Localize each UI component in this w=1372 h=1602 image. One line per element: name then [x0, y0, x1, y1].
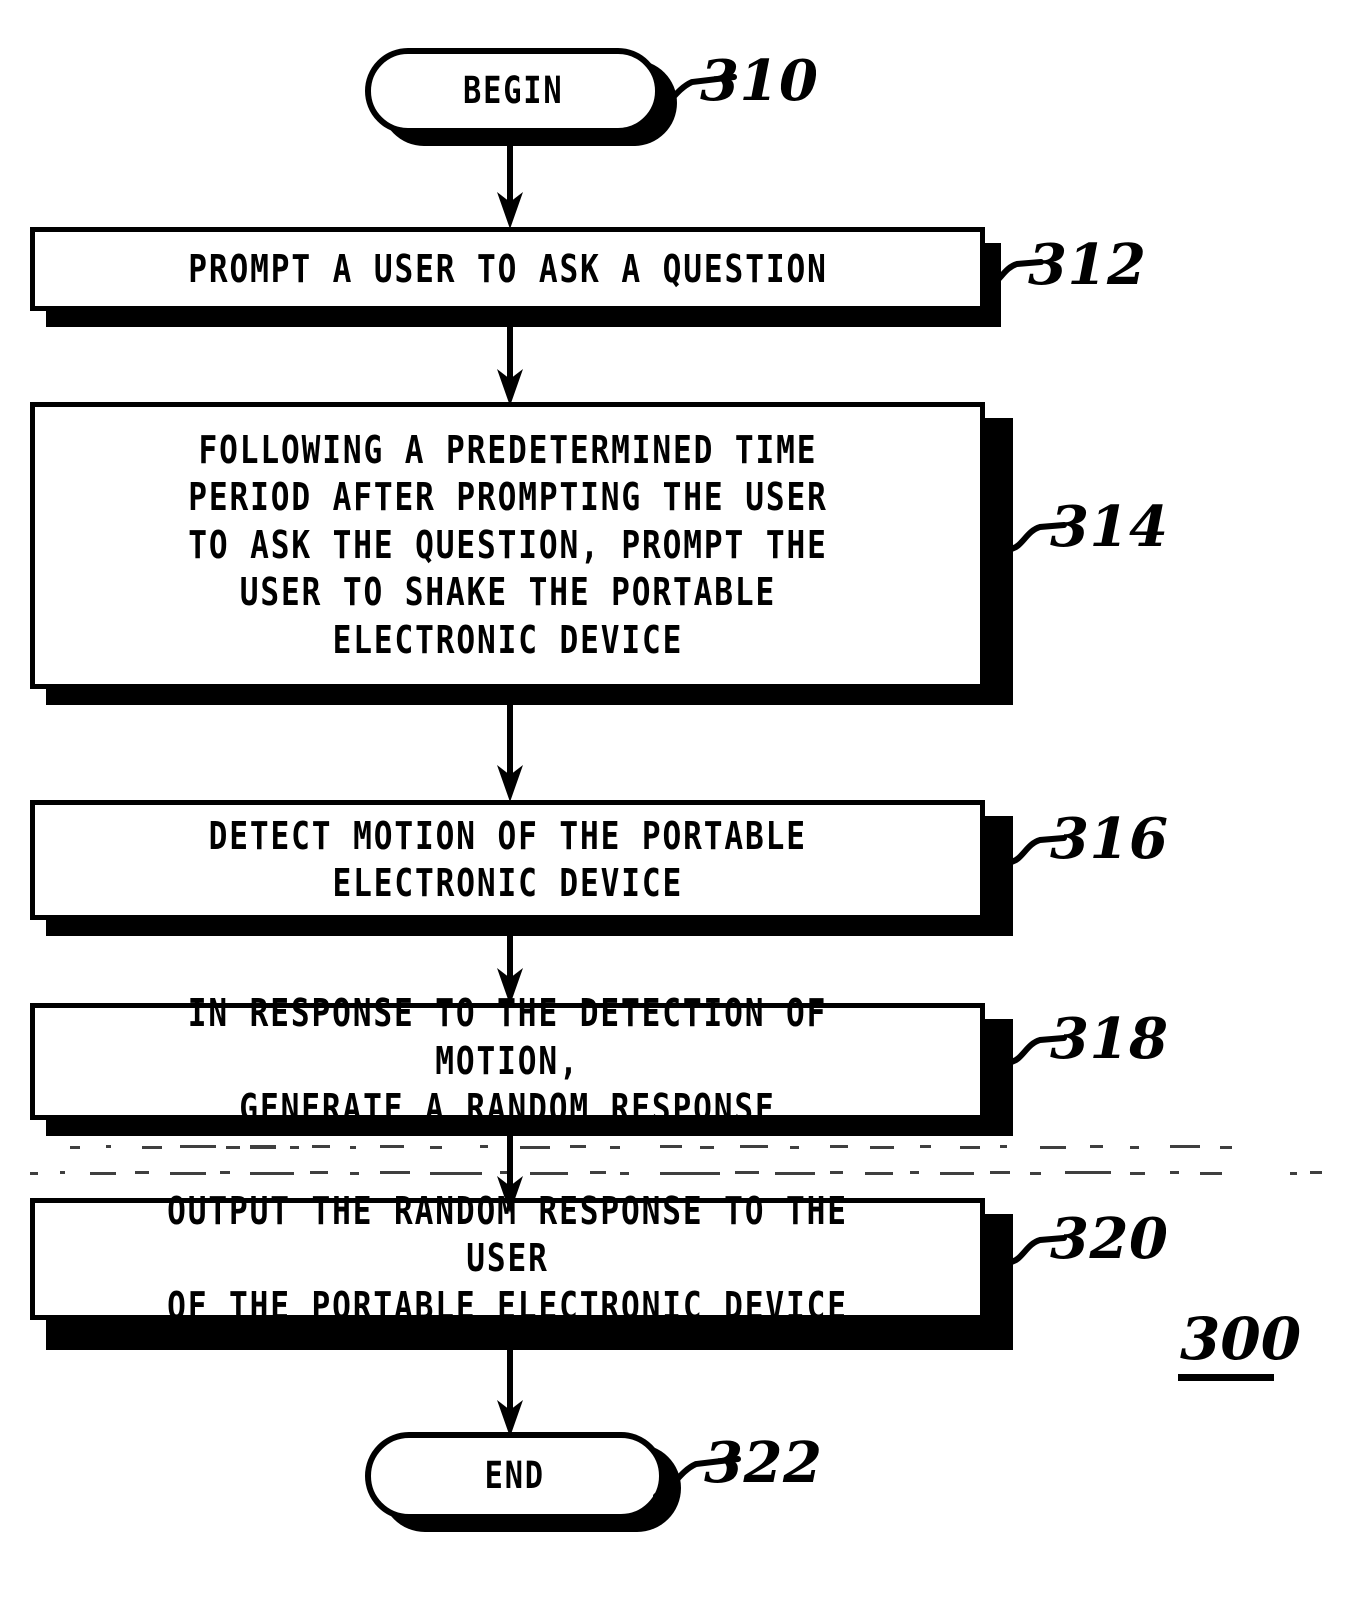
figure-number-underline — [1178, 1374, 1274, 1381]
step-316-label: DETECT MOTION OF THE PORTABLE ELECTRONIC… — [208, 813, 807, 906]
connector-arrow-316-to-318 — [497, 936, 523, 1005]
step-314-box: FOLLOWING A PREDETERMINED TIME PERIOD AF… — [30, 402, 985, 689]
scan-artifact-speckle-upper — [70, 1145, 1232, 1149]
begin-terminator: BEGIN — [365, 48, 661, 134]
reference-numeral-314: 314 — [1050, 494, 1169, 560]
begin-terminator-label: BEGIN — [462, 69, 564, 113]
step-318-label: IN RESPONSE TO THE DETECTION OF MOTION, … — [187, 991, 828, 1131]
connector-arrow-312-to-314 — [497, 327, 523, 406]
reference-numeral-318: 318 — [1050, 1006, 1169, 1072]
end-terminator-label: END — [484, 1454, 546, 1498]
reference-numeral-322: 322 — [704, 1430, 823, 1496]
connector-arrow-320-to-end — [497, 1350, 523, 1437]
step-316-box: DETECT MOTION OF THE PORTABLE ELECTRONIC… — [30, 800, 985, 920]
step-318-box: IN RESPONSE TO THE DETECTION OF MOTION, … — [30, 991, 985, 1130]
step-312-label: PROMPT A USER TO ASK A QUESTION — [187, 246, 828, 291]
end-terminator: END — [365, 1432, 665, 1520]
reference-numeral-320: 320 — [1050, 1206, 1169, 1272]
step-320-box: OUTPUT THE RANDOM RESPONSE TO THE USER O… — [30, 1189, 985, 1328]
connector-arrow-begin-to-312 — [497, 134, 523, 229]
reference-numeral-312: 312 — [1028, 232, 1147, 298]
scan-artifact-speckle-lower — [30, 1171, 1322, 1175]
patent-figure-300: BEGIN 310 PROMPT A USER TO ASK A QUESTIO… — [0, 0, 1372, 1602]
reference-numeral-310: 310 — [700, 48, 819, 114]
step-314-label: FOLLOWING A PREDETERMINED TIME PERIOD AF… — [187, 427, 828, 662]
connector-arrow-318-to-320 — [497, 1136, 523, 1213]
reference-numeral-316: 316 — [1050, 806, 1169, 872]
connector-arrow-314-to-316 — [497, 705, 523, 802]
step-312-box: PROMPT A USER TO ASK A QUESTION — [30, 227, 985, 311]
figure-number-label: 300 — [1180, 1305, 1302, 1373]
